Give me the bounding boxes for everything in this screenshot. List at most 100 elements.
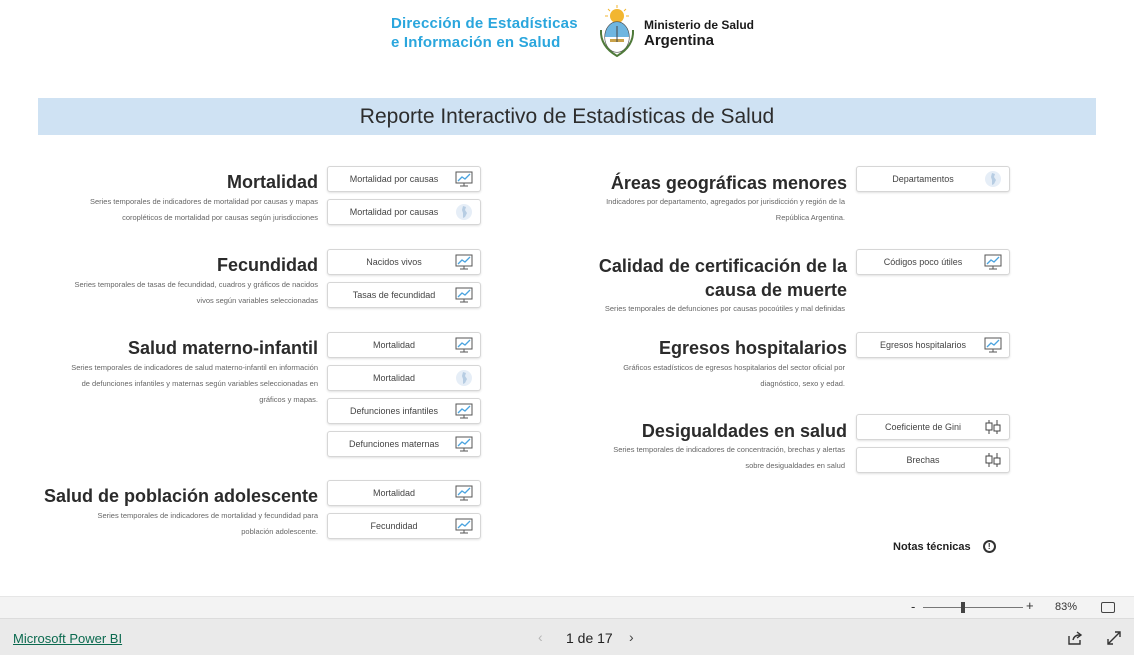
- button-defunciones-maternas[interactable]: Defunciones maternas: [327, 431, 481, 457]
- button-materno-mortalidad-map[interactable]: Mortalidad: [327, 365, 481, 391]
- section-desc-line: población adolescente.: [241, 527, 318, 536]
- section-title-adolescente: Salud de población adolescente: [43, 486, 318, 506]
- section-title-materno-infantil: Salud materno-infantil: [127, 338, 318, 358]
- button-label: Nacidos vivos: [366, 257, 422, 267]
- share-icon[interactable]: [1067, 630, 1083, 646]
- line-chart-icon: [454, 517, 474, 535]
- section-desc-line: Gráficos estadísticos de egresos hospita…: [623, 363, 845, 372]
- section-title-line: Calidad de certificación de la: [598, 256, 847, 276]
- coat-of-arms-icon: [599, 5, 635, 58]
- next-page-button[interactable]: ›: [629, 629, 634, 645]
- report-title-banner: Reporte Interactivo de Estadísticas de S…: [38, 98, 1096, 135]
- section-desc-line: Series temporales de indicadores de conc…: [613, 445, 845, 454]
- report-title: Reporte Interactivo de Estadísticas de S…: [359, 104, 775, 128]
- button-label: Brechas: [906, 455, 940, 465]
- notas-tecnicas-button[interactable]: Notas técnicas !: [893, 540, 996, 553]
- section-desc-mortalidad: Series temporales de indicadores de mort…: [20, 194, 318, 226]
- section-title-line: causa de muerte: [704, 280, 847, 300]
- section-desc-line: sobre desigualdades en salud: [745, 461, 845, 470]
- button-departamentos[interactable]: Departamentos: [856, 166, 1010, 192]
- line-chart-icon: [454, 435, 474, 453]
- line-chart-icon: [454, 484, 474, 502]
- section-desc-line: Series temporales de indicadores de salu…: [71, 363, 318, 372]
- boxplot-icon: [983, 451, 1003, 469]
- powerbi-link[interactable]: Microsoft Power BI: [13, 631, 122, 646]
- section-desc-line: gráficos y mapas.: [259, 395, 318, 404]
- button-brechas[interactable]: Brechas: [856, 447, 1010, 473]
- line-chart-icon: [983, 336, 1003, 354]
- button-label: Códigos poco útiles: [883, 257, 963, 267]
- zoom-out-button[interactable]: -: [911, 599, 915, 614]
- zoom-slider-track[interactable]: [923, 607, 1023, 608]
- button-materno-mortalidad-chart[interactable]: Mortalidad: [327, 332, 481, 358]
- section-desc-materno-infantil: Series temporales de indicadores de salu…: [20, 360, 318, 408]
- button-label: Coeficiente de Gini: [884, 422, 962, 432]
- section-desc-line: vivos según variables seleccionadas: [196, 296, 318, 305]
- button-label: Tasas de fecundidad: [352, 290, 436, 300]
- section-title-desigualdades: Desigualdades en salud: [641, 421, 847, 441]
- line-chart-icon: [454, 253, 474, 271]
- direccion-logo: Dirección de Estadísticas e Información …: [391, 14, 578, 52]
- button-tasas-de-fecundidad[interactable]: Tasas de fecundidad: [327, 282, 481, 308]
- zoom-in-button[interactable]: +: [1026, 598, 1034, 613]
- section-desc-areas: Indicadores por departamento, agregados …: [560, 194, 845, 226]
- section-desc-line: diagnóstico, sexo y edad.: [760, 379, 845, 388]
- fullscreen-icon[interactable]: [1106, 630, 1122, 646]
- button-adolescente-mortalidad[interactable]: Mortalidad: [327, 480, 481, 506]
- button-mortalidad-por-causas-map[interactable]: Mortalidad por causas: [327, 199, 481, 225]
- button-label: Fecundidad: [370, 521, 418, 531]
- button-label: Mortalidad: [372, 488, 416, 498]
- section-desc-calidad: Series temporales de defunciones por cau…: [560, 301, 845, 317]
- section-desc-line: Series temporales de defunciones por cau…: [604, 304, 845, 313]
- ministerio-logo-line1: Ministerio de Salud: [644, 18, 755, 32]
- button-egresos-hospitalarios[interactable]: Egresos hospitalarios: [856, 332, 1010, 358]
- section-desc-line: Series temporales de indicadores de mort…: [97, 511, 318, 520]
- map-icon: [454, 203, 474, 221]
- section-desc-line: Series temporales de tasas de fecundidad…: [74, 280, 318, 289]
- notas-tecnicas-label: Notas técnicas: [893, 540, 971, 553]
- powerbi-footer: Microsoft Power BI ‹ 1 de 17 ›: [0, 618, 1134, 655]
- section-title-areas: Áreas geográficas menores: [610, 173, 847, 193]
- button-nacidos-vivos[interactable]: Nacidos vivos: [327, 249, 481, 275]
- button-label: Defunciones infantiles: [349, 406, 439, 416]
- button-label: Mortalidad por causas: [349, 207, 439, 217]
- button-coeficiente-de-gini[interactable]: Coeficiente de Gini: [856, 414, 1010, 440]
- page-indicator: 1 de 17: [566, 630, 613, 646]
- map-icon: [454, 369, 474, 387]
- ministerio-logo-line2: Argentina: [644, 32, 715, 49]
- section-desc-line: Series temporales de indicadores de mort…: [89, 197, 318, 206]
- button-label: Departamentos: [892, 174, 954, 184]
- direccion-logo-line2: e Información en Salud: [391, 34, 561, 51]
- button-adolescente-fecundidad[interactable]: Fecundidad: [327, 513, 481, 539]
- map-icon: [983, 170, 1003, 188]
- button-label: Egresos hospitalarios: [879, 340, 967, 350]
- section-title-calidad: Calidad de certificación de la causa de …: [560, 254, 847, 302]
- fit-to-page-icon[interactable]: [1101, 602, 1115, 613]
- button-label: Mortalidad por causas: [349, 174, 439, 184]
- zoom-level: 83%: [1055, 601, 1078, 613]
- section-desc-line: coropléticos de mortalidad por causas se…: [122, 213, 318, 222]
- report-canvas: Dirección de Estadísticas e Información …: [0, 0, 1134, 596]
- button-codigos-poco-utiles[interactable]: Códigos poco útiles: [856, 249, 1010, 275]
- direccion-logo-line1: Dirección de Estadísticas: [391, 15, 578, 32]
- section-desc-desigualdades: Series temporales de indicadores de conc…: [560, 442, 845, 474]
- info-icon[interactable]: !: [982, 540, 996, 553]
- line-chart-icon: [454, 170, 474, 188]
- section-desc-line: República Argentina.: [775, 213, 845, 222]
- line-chart-icon: [454, 286, 474, 304]
- button-defunciones-infantiles[interactable]: Defunciones infantiles: [327, 398, 481, 424]
- zoom-slider-thumb[interactable]: [961, 602, 965, 613]
- line-chart-icon: [454, 402, 474, 420]
- button-mortalidad-por-causas-chart[interactable]: Mortalidad por causas: [327, 166, 481, 192]
- ministerio-logo: Ministerio de Salud Argentina: [644, 17, 754, 49]
- boxplot-icon: [983, 418, 1003, 436]
- button-label: Defunciones maternas: [348, 439, 440, 449]
- zoom-bar: - + 83%: [0, 596, 1134, 618]
- previous-page-button[interactable]: ‹: [538, 629, 543, 645]
- button-label: Mortalidad: [372, 373, 416, 383]
- section-desc-line: Indicadores por departamento, agregados …: [606, 197, 845, 206]
- section-desc-line: de defunciones infantiles y maternas seg…: [81, 379, 318, 388]
- section-title-mortalidad: Mortalidad: [226, 172, 318, 192]
- section-desc-egresos: Gráficos estadísticos de egresos hospita…: [560, 360, 845, 392]
- line-chart-icon: [454, 336, 474, 354]
